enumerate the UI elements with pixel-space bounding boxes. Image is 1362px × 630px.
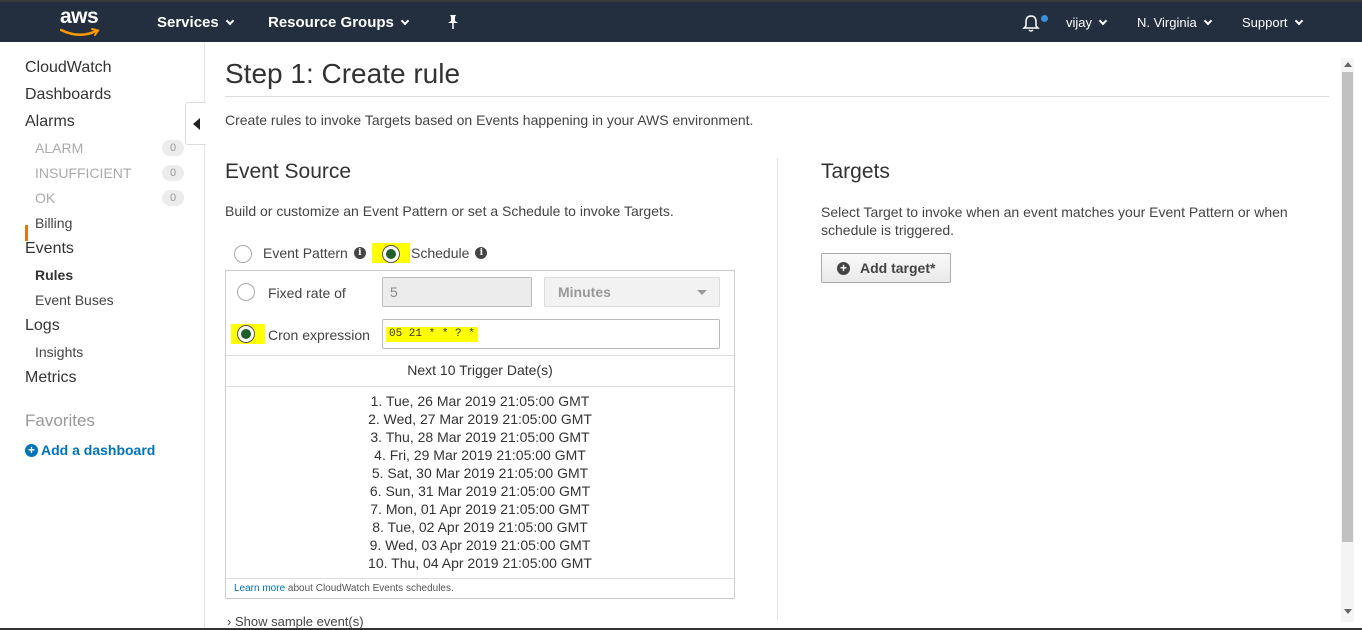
sidebar-item-billing[interactable]: Billing (35, 215, 72, 231)
event-pattern-option[interactable]: Event Pattern i (263, 245, 366, 261)
schedule-option[interactable]: Schedule i (411, 245, 488, 261)
trigger-date: 5. Sat, 30 Mar 2019 21:05:00 GMT (371, 465, 589, 481)
sidebar-item-insights[interactable]: Insights (35, 344, 83, 360)
ok-count-badge: 0 (162, 190, 184, 206)
active-item-marker (25, 225, 28, 241)
show-sample-label: Show sample event(s) (234, 614, 364, 629)
bell-icon[interactable] (1022, 14, 1040, 38)
rate-unit-select[interactable]: Minutes (544, 277, 720, 307)
event-pattern-label: Event Pattern (263, 245, 348, 261)
trigger-date: 6. Sun, 31 Mar 2019 21:05:00 GMT (369, 483, 591, 499)
schedule-radio[interactable] (382, 245, 400, 263)
trigger-date: 1. Tue, 26 Mar 2019 21:05:00 GMT (370, 393, 590, 409)
user-label: vijay (1066, 15, 1093, 30)
insufficient-count-badge: 0 (162, 165, 184, 181)
learn-more-suffix: about CloudWatch Events schedules. (285, 583, 454, 594)
targets-description: Select Target to invoke when an event ma… (821, 204, 1288, 238)
plus-circle-icon: + (25, 444, 38, 457)
targets-heading: Targets (821, 160, 890, 183)
fixed-rate-label: Fixed rate of (268, 285, 346, 301)
alarm-count-badge: 0 (162, 140, 184, 156)
sidebar-item-logs[interactable]: Logs (25, 317, 60, 335)
pin-icon[interactable] (446, 14, 460, 35)
notification-dot (1041, 15, 1048, 22)
region-menu[interactable]: N. Virginia (1137, 15, 1212, 30)
rate-unit-value: Minutes (558, 284, 611, 300)
panel-divider (226, 386, 734, 387)
add-dashboard-label: Add a dashboard (41, 442, 156, 458)
schedule-label: Schedule (411, 245, 470, 261)
region-label: N. Virginia (1137, 15, 1197, 30)
chevron-down-icon (225, 16, 234, 26)
scroll-down-icon[interactable] (1344, 609, 1352, 614)
page-intro: Create rules to invoke Targets based on … (225, 112, 754, 128)
chevron-down-icon (1098, 16, 1108, 26)
top-navbar: aws Services Resource Groups vijay N. Vi… (0, 0, 1362, 42)
show-sample-events-toggle[interactable]: › Show sample event(s) (227, 614, 364, 629)
trigger-date: 8. Tue, 02 Apr 2019 21:05:00 GMT (372, 519, 588, 535)
fixed-rate-radio[interactable] (237, 283, 255, 301)
support-label: Support (1242, 15, 1288, 30)
resource-groups-menu[interactable]: Resource Groups (268, 14, 410, 31)
sidebar-item-event-buses[interactable]: Event Buses (35, 292, 114, 308)
caret-right-icon: › (227, 614, 235, 629)
cron-expression-radio[interactable] (237, 325, 255, 343)
panel-divider (226, 355, 734, 356)
sidebar-item-rules[interactable]: Rules (35, 267, 73, 283)
trigger-date: 7. Mon, 01 Apr 2019 21:05:00 GMT (370, 501, 590, 517)
scroll-up-icon[interactable] (1344, 62, 1352, 67)
add-dashboard-link[interactable]: + Add a dashboard (25, 442, 155, 458)
resource-groups-label: Resource Groups (268, 14, 394, 31)
fixed-rate-input[interactable]: 5 (382, 277, 532, 307)
favorites-heading: Favorites (25, 411, 95, 430)
services-menu[interactable]: Services (157, 14, 234, 31)
chevron-down-icon (1294, 16, 1303, 26)
add-target-button[interactable]: + Add target* (821, 253, 951, 283)
sidebar-item-alarms[interactable]: Alarms (25, 113, 75, 131)
info-icon[interactable]: i (475, 247, 488, 260)
cron-expression-input[interactable]: 05 21 * * ? * (382, 319, 720, 349)
sidebar-item-ok[interactable]: OK (35, 190, 55, 206)
learn-more-text: Learn more about CloudWatch Events sched… (234, 583, 454, 594)
aws-logo-text: aws (60, 5, 99, 28)
aws-logo[interactable]: aws (58, 5, 104, 38)
aws-smile-icon (60, 28, 100, 36)
user-menu[interactable]: vijay (1066, 15, 1108, 30)
caret-down-icon (697, 290, 707, 295)
chevron-down-icon (400, 16, 410, 26)
sidebar-item-insufficient[interactable]: INSUFFICIENT (35, 165, 131, 181)
chevron-down-icon (1203, 16, 1212, 26)
trigger-date: 9. Wed, 03 Apr 2019 21:05:00 GMT (369, 537, 591, 553)
sidebar-item-dashboards[interactable]: Dashboards (25, 86, 111, 104)
learn-more-link[interactable]: Learn more (234, 583, 285, 594)
trigger-date: 10. Thu, 04 Apr 2019 21:05:00 GMT (368, 555, 592, 571)
event-pattern-radio[interactable] (234, 245, 252, 263)
trigger-date: 4. Fri, 29 Mar 2019 21:05:00 GMT (374, 447, 586, 463)
column-divider (777, 158, 778, 620)
panel-divider (226, 578, 734, 579)
scrollbar-thumb[interactable] (1342, 72, 1353, 542)
info-icon[interactable]: i (353, 247, 366, 260)
plus-circle-icon: + (837, 262, 850, 275)
sidebar-item-events[interactable]: Events (25, 240, 74, 258)
event-source-heading: Event Source (225, 160, 352, 183)
trigger-date: 3. Thu, 28 Mar 2019 21:05:00 GMT (370, 429, 590, 445)
sidebar-item-metrics[interactable]: Metrics (25, 369, 77, 387)
cron-expression-value: 05 21 * * ? * (386, 327, 478, 342)
sidebar-collapse-button[interactable] (185, 102, 206, 145)
caret-left-icon (193, 118, 200, 130)
add-target-label: Add target* (860, 260, 936, 276)
sidebar-item-alarm-state[interactable]: ALARM (35, 140, 83, 156)
page-title: Step 1: Create rule (225, 58, 461, 89)
services-label: Services (157, 14, 219, 31)
trigger-date: 2. Wed, 27 Mar 2019 21:05:00 GMT (368, 411, 592, 427)
sidebar-item-cloudwatch[interactable]: CloudWatch (25, 59, 112, 77)
title-divider (225, 96, 1329, 97)
cron-expression-label: Cron expression (268, 327, 370, 343)
support-menu[interactable]: Support (1242, 15, 1303, 30)
trigger-dates-list: 1. Tue, 26 Mar 2019 21:05:00 GMT 2. Wed,… (226, 392, 734, 572)
next-trigger-title: Next 10 Trigger Date(s) (407, 362, 553, 378)
event-source-description: Build or customize an Event Pattern or s… (225, 203, 674, 219)
